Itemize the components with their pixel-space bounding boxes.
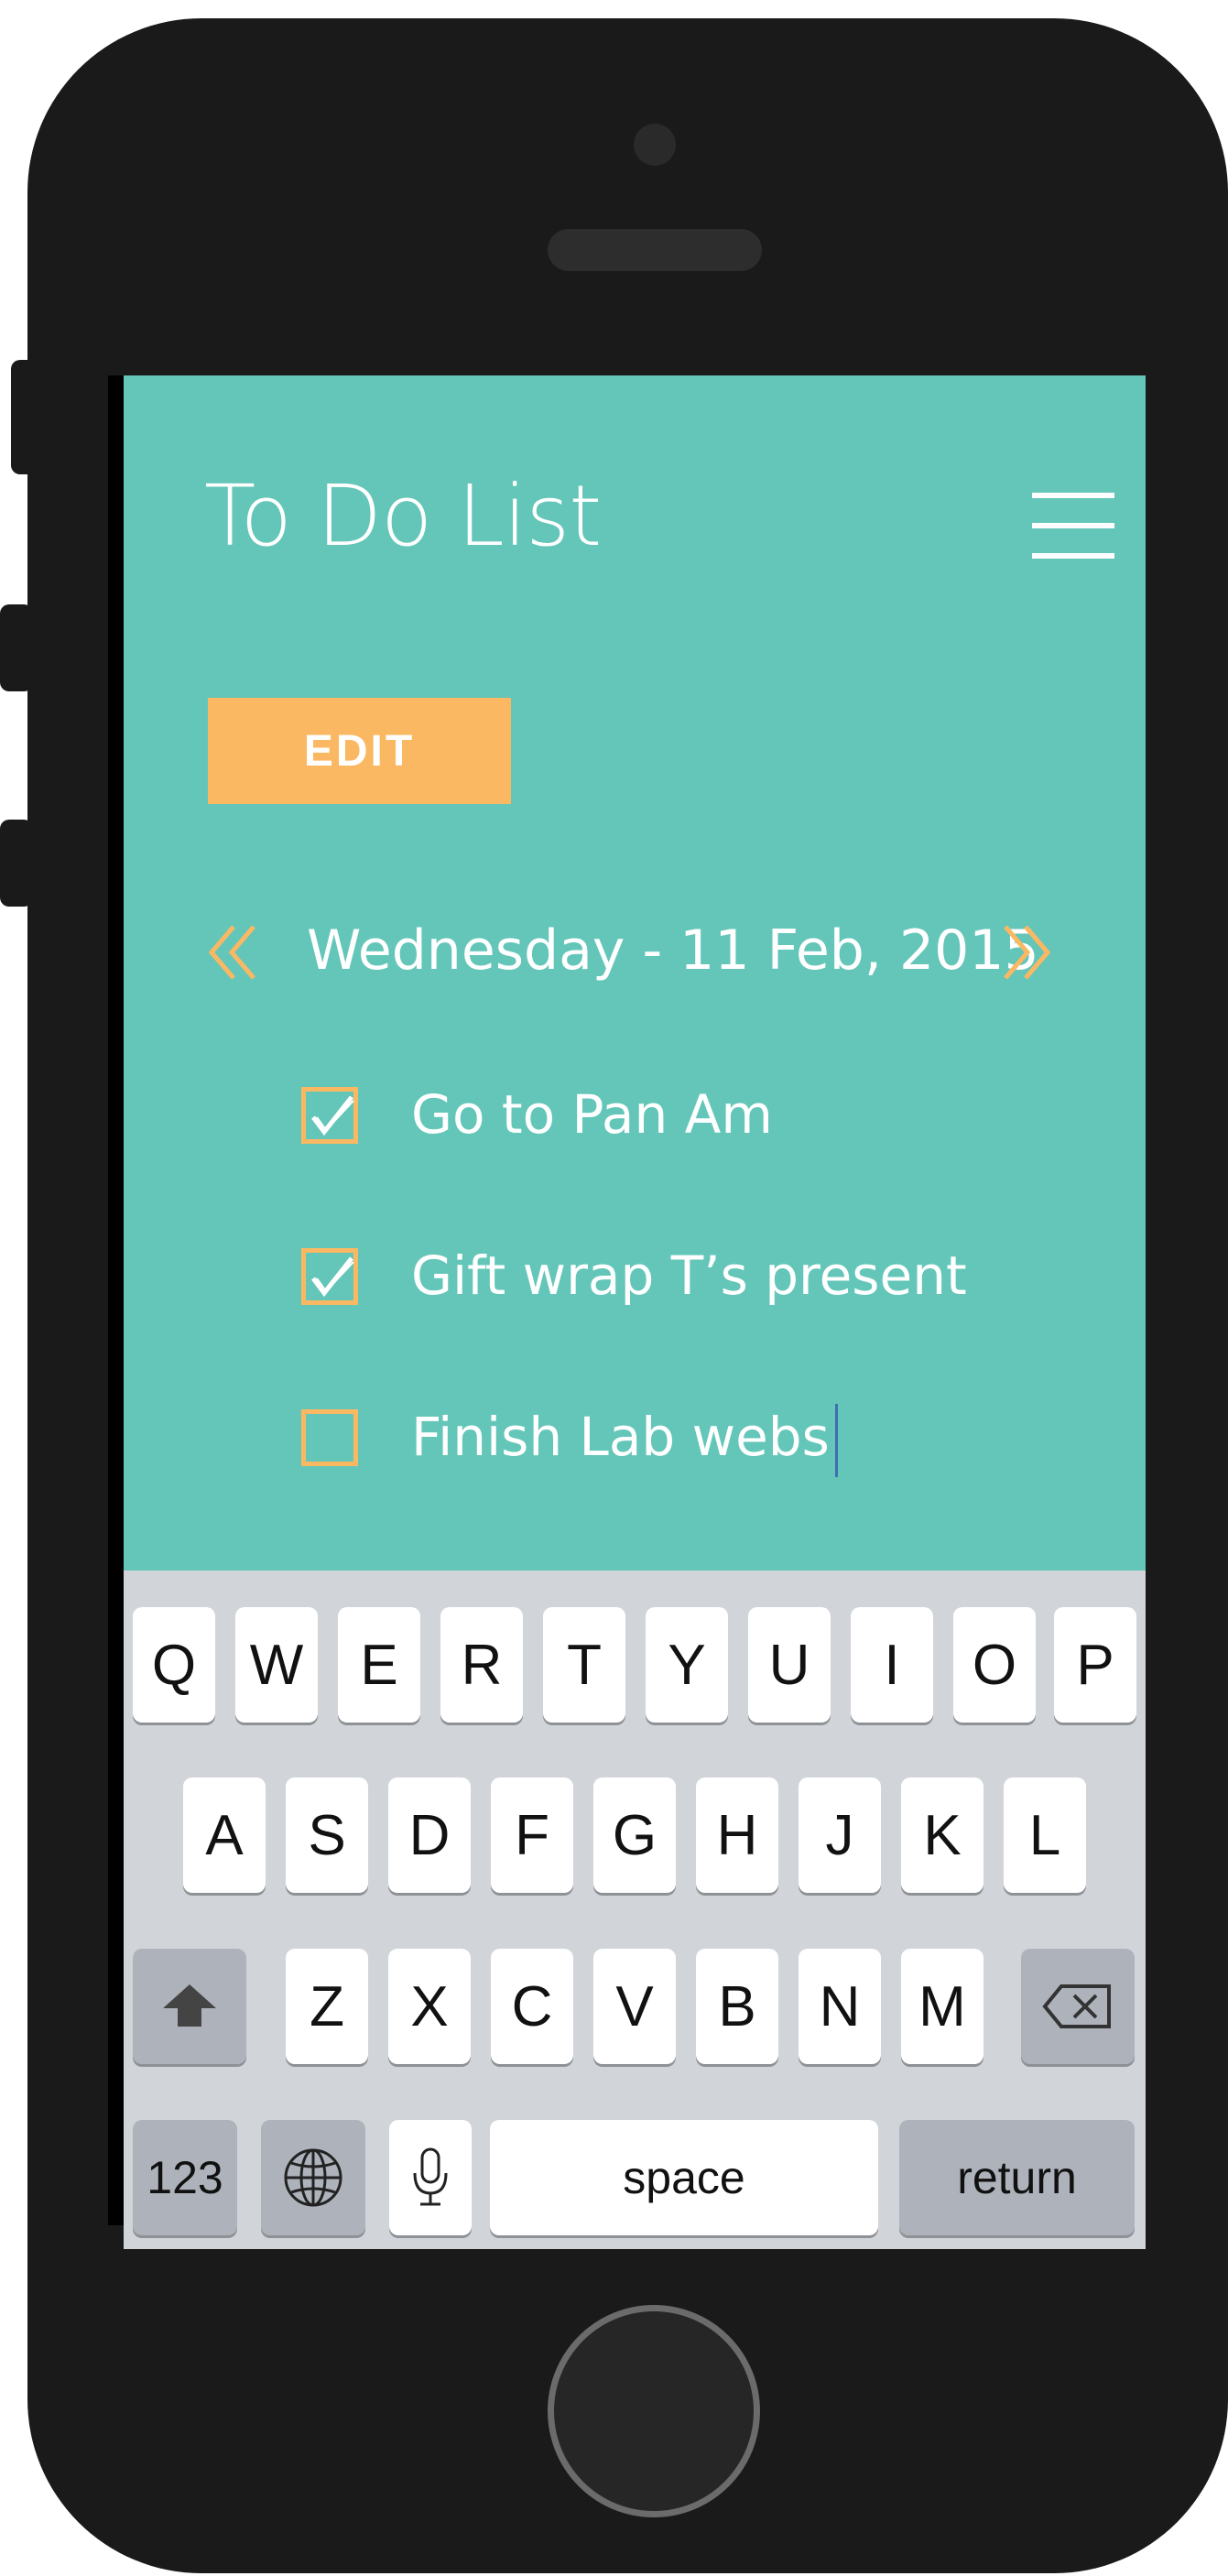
key-t[interactable]: T xyxy=(543,1607,625,1723)
front-camera xyxy=(634,124,676,166)
checkmark-icon xyxy=(311,1256,354,1298)
task-item: Go to Pan Am xyxy=(124,1081,1146,1164)
key-c[interactable]: C xyxy=(491,1949,573,2064)
task-checkbox-checked[interactable] xyxy=(301,1087,358,1144)
key-z[interactable]: Z xyxy=(286,1949,368,2064)
backspace-icon xyxy=(1042,1984,1111,2028)
key-l[interactable]: L xyxy=(1004,1777,1086,1893)
key-v[interactable]: V xyxy=(593,1949,676,2064)
earpiece-speaker xyxy=(548,229,762,271)
key-k[interactable]: K xyxy=(901,1777,983,1893)
microphone-key[interactable] xyxy=(389,2120,472,2235)
numbers-key[interactable]: 123 xyxy=(133,2120,237,2235)
task-item: Gift wrap T’s present xyxy=(124,1243,1146,1325)
microphone-icon xyxy=(413,2147,448,2206)
key-s[interactable]: S xyxy=(286,1777,368,1893)
key-h[interactable]: H xyxy=(696,1777,778,1893)
volume-down-button xyxy=(0,820,33,907)
key-f[interactable]: F xyxy=(491,1777,573,1893)
key-a[interactable]: A xyxy=(183,1777,266,1893)
double-chevron-right-icon[interactable] xyxy=(998,923,1053,982)
key-u[interactable]: U xyxy=(748,1607,831,1723)
key-n[interactable]: N xyxy=(799,1949,881,2064)
key-r[interactable]: R xyxy=(440,1607,523,1723)
checkmark-icon xyxy=(311,1095,354,1136)
shift-key[interactable] xyxy=(133,1949,246,2064)
edit-button[interactable]: EDIT xyxy=(208,698,511,804)
globe-key[interactable] xyxy=(261,2120,365,2235)
task-label[interactable]: Gift wrap T’s present xyxy=(411,1243,967,1310)
delete-key[interactable] xyxy=(1021,1949,1135,2064)
key-o[interactable]: O xyxy=(953,1607,1036,1723)
globe-icon xyxy=(284,2148,342,2207)
power-button xyxy=(861,18,1058,55)
key-q[interactable]: Q xyxy=(133,1607,215,1723)
key-p[interactable]: P xyxy=(1054,1607,1136,1723)
double-chevron-left-icon[interactable] xyxy=(206,923,261,982)
key-m[interactable]: M xyxy=(901,1949,983,2064)
key-j[interactable]: J xyxy=(799,1777,881,1893)
task-input-text: Finish Lab webs xyxy=(411,1406,830,1469)
return-key[interactable]: return xyxy=(899,2120,1135,2235)
shift-arrow-icon xyxy=(163,1984,216,2027)
task-item: Finish Lab webs xyxy=(124,1404,1146,1486)
hamburger-icon[interactable] xyxy=(1032,493,1114,559)
key-y[interactable]: Y xyxy=(646,1607,728,1723)
page-title: To Do List xyxy=(204,467,602,565)
key-d[interactable]: D xyxy=(388,1777,471,1893)
text-cursor xyxy=(834,1404,838,1477)
task-checkbox-checked[interactable] xyxy=(301,1248,358,1305)
screen-bezel-edge xyxy=(108,375,124,2225)
space-key[interactable]: space xyxy=(490,2120,878,2235)
mute-switch xyxy=(11,360,38,474)
key-w[interactable]: W xyxy=(235,1607,318,1723)
task-checkbox-unchecked[interactable] xyxy=(301,1409,358,1466)
key-b[interactable]: B xyxy=(696,1949,778,2064)
volume-up-button xyxy=(0,604,33,691)
key-i[interactable]: I xyxy=(851,1607,933,1723)
app-screen: To Do List EDIT Wednesday - 11 Feb, 2015 xyxy=(124,375,1146,2249)
key-x[interactable]: X xyxy=(388,1949,471,2064)
date-navigator: Wednesday - 11 Feb, 2015 xyxy=(124,916,1146,1007)
home-button[interactable] xyxy=(548,2305,760,2517)
current-date: Wednesday - 11 Feb, 2015 xyxy=(307,918,1039,983)
key-e[interactable]: E xyxy=(338,1607,420,1723)
task-input[interactable]: Finish Lab webs xyxy=(411,1404,838,1477)
key-g[interactable]: G xyxy=(593,1777,676,1893)
task-label[interactable]: Go to Pan Am xyxy=(411,1081,773,1148)
onscreen-keyboard: Q W E R T Y U I O P A S D F G H J K L Z … xyxy=(124,1571,1146,2249)
